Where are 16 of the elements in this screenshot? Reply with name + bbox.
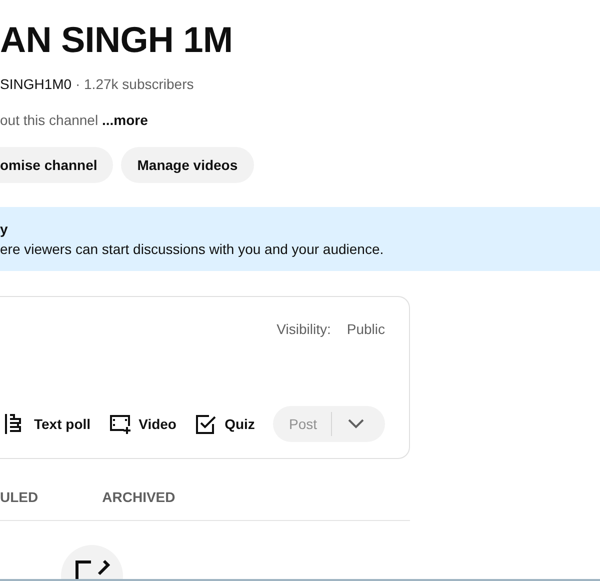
channel-name: AN SINGH 1M: [0, 18, 234, 58]
banner-title: y: [0, 220, 9, 239]
subscriber-count: · 1.27k subscribers: [74, 76, 194, 92]
channel-description: out this channel: [0, 112, 100, 128]
manage-videos-button[interactable]: Manage videos: [121, 147, 254, 183]
visibility-label: Visibility:: [276, 320, 331, 339]
tab[interactable]: ULED: [0, 473, 38, 521]
more-link[interactable]: ...more: [102, 112, 148, 128]
tab[interactable]: ARCHIVED: [102, 473, 176, 521]
video-tool-button[interactable]: Video: [108, 413, 176, 435]
quiz-tool-button[interactable]: Quiz: [194, 413, 255, 435]
banner-text: ere viewers can start discussions with you and your audience.: [0, 240, 385, 259]
channel-handle[interactable]: SINGH1M0: [0, 76, 72, 92]
visibility-value[interactable]: Public: [346, 319, 385, 340]
customise-channel-button[interactable]: omise channel: [0, 147, 114, 183]
poll-tool-button[interactable]: Text poll: [4, 413, 91, 435]
